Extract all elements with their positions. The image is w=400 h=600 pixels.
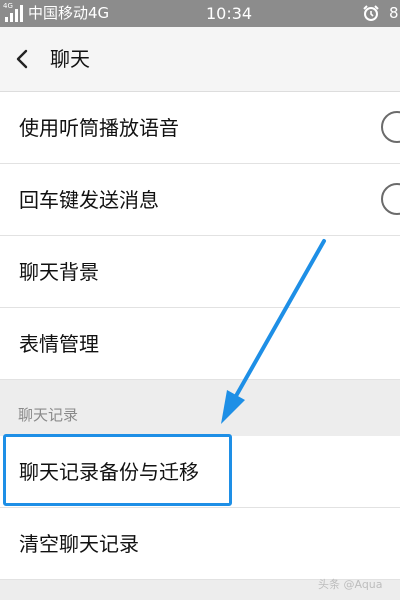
battery-level: 8 (389, 4, 399, 22)
network-tag: 4G (3, 2, 13, 10)
row-label: 表情管理 (19, 332, 99, 356)
status-time: 10:34 (206, 4, 253, 23)
status-bar: 4G 中国移动4G 10:34 8 (0, 0, 400, 27)
settings-row-enter-to-send[interactable]: 回车键发送消息 (0, 164, 400, 236)
section-header: 聊天记录 (18, 406, 79, 424)
toggle-switch[interactable] (381, 111, 400, 143)
toggle-switch[interactable] (381, 183, 400, 215)
settings-row-sticker-management[interactable]: 表情管理 (0, 308, 400, 380)
settings-row-clear-history[interactable]: 清空聊天记录 (0, 508, 400, 580)
signal-icon: 4G (3, 2, 25, 22)
settings-row-chat-background[interactable]: 聊天背景 (0, 236, 400, 308)
row-label: 清空聊天记录 (19, 532, 139, 556)
alarm-clock-icon (363, 5, 379, 21)
back-button[interactable] (8, 41, 40, 77)
page-title: 聊天 (50, 47, 90, 71)
row-label: 聊天背景 (19, 260, 99, 284)
row-label: 回车键发送消息 (19, 188, 159, 212)
chevron-left-icon (16, 49, 28, 69)
row-label: 聊天记录备份与迁移 (19, 460, 199, 484)
carrier-label: 中国移动4G (28, 4, 110, 22)
settings-row-earpiece-voice[interactable]: 使用听筒播放语音 (0, 92, 400, 164)
watermark: 头条 @Aqua (318, 578, 383, 591)
row-label: 使用听筒播放语音 (19, 116, 179, 140)
settings-row-backup-migrate[interactable]: 聊天记录备份与迁移 (0, 436, 400, 508)
nav-bar: 聊天 (0, 27, 400, 92)
